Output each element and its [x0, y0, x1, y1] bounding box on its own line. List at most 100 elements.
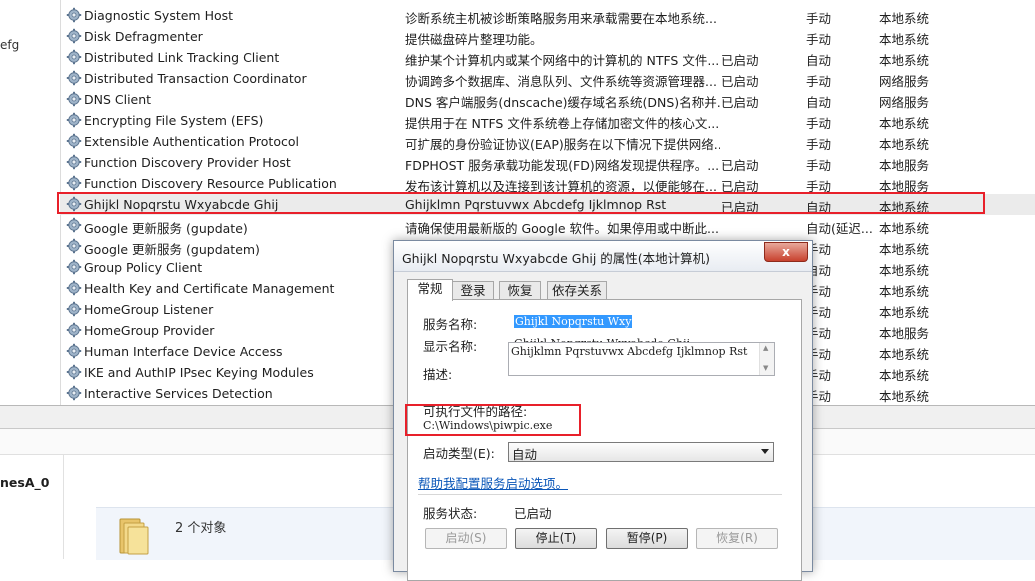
- service-name: Google 更新服务 (gupdate): [84, 221, 248, 236]
- service-logon-as: 本地系统: [879, 200, 930, 215]
- description-text: Ghijklmn Pqrstuvwx Abcdefg Ijklmnop Rst: [511, 345, 748, 358]
- gear-icon: [66, 385, 82, 401]
- gear-icon: [66, 175, 82, 191]
- service-logon-as: 网络服务: [879, 95, 930, 110]
- tab-general[interactable]: 常规: [407, 279, 453, 301]
- service-row[interactable]: Google 更新服务 (gupdate) 请确保使用最新版的 Google 软件…: [60, 215, 1035, 236]
- description-box[interactable]: Ghijklmn Pqrstuvwx Abcdefg Ijklmnop Rst …: [508, 342, 775, 376]
- service-startup-type: 手动: [806, 116, 832, 131]
- service-startup-type: 手动: [806, 242, 832, 257]
- service-row[interactable]: Extensible Authentication Protocol 可扩展的身份…: [60, 131, 1035, 152]
- close-icon: x: [782, 245, 790, 259]
- service-name: Group Policy Client: [84, 260, 203, 275]
- service-logon-as: 本地系统: [879, 137, 930, 152]
- gear-icon: [66, 28, 82, 44]
- service-row[interactable]: Encrypting File System (EFS) 提供用于在 NTFS 文…: [60, 110, 1035, 131]
- service-startup-type: 手动: [806, 179, 832, 194]
- start-button[interactable]: 启动(S): [425, 528, 507, 549]
- close-button[interactable]: x: [764, 242, 808, 262]
- service-name: Diagnostic System Host: [84, 8, 234, 23]
- startup-help-link[interactable]: 帮助我配置服务启动选项。: [418, 473, 568, 492]
- gear-icon: [66, 238, 82, 254]
- service-row[interactable]: Function Discovery Resource Publication 发…: [60, 173, 1035, 194]
- left-pane-label: nesA_0: [0, 475, 50, 490]
- service-name: Extensible Authentication Protocol: [84, 134, 299, 149]
- service-status: 已启动: [721, 95, 759, 110]
- service-logon-as: 本地系统: [879, 263, 930, 278]
- scroll-down-icon[interactable]: ▼: [763, 364, 768, 372]
- gear-icon: [66, 112, 82, 128]
- service-description: 协调跨多个数据库、消息队列、文件系统等资源管理器...: [405, 74, 717, 89]
- service-description: DNS 客户端服务(dnscache)缓存域名系统(DNS)名称并...: [405, 95, 720, 110]
- startup-type-select[interactable]: 自动: [508, 442, 774, 462]
- gear-icon: [66, 364, 82, 380]
- service-status: 已启动: [721, 179, 759, 194]
- service-startup-type: 自动: [806, 95, 832, 110]
- service-logon-as: 本地系统: [879, 53, 930, 68]
- service-row[interactable]: Function Discovery Provider Host FDPHOST …: [60, 152, 1035, 173]
- gear-icon: [66, 322, 82, 338]
- gear-icon: [66, 7, 82, 23]
- service-startup-type: 手动: [806, 326, 832, 341]
- service-row[interactable]: Distributed Link Tracking Client 维护某个计算机内…: [60, 47, 1035, 68]
- service-startup-type: 自动: [806, 53, 832, 68]
- object-count: 2 个对象: [175, 521, 227, 536]
- display-name-label: 显示名称:: [423, 339, 478, 354]
- left-pane-text: efg: [0, 38, 20, 52]
- service-startup-type: 手动: [806, 137, 832, 152]
- service-startup-type: 手动: [806, 389, 832, 404]
- service-startup-type: 手动: [806, 284, 832, 299]
- gear-icon: [66, 49, 82, 65]
- service-row[interactable]: Diagnostic System Host 诊断系统主机被诊断策略服务用来承载需…: [60, 5, 1035, 26]
- service-status: 已启动: [721, 53, 759, 68]
- gear-icon: [66, 133, 82, 149]
- service-status-label: 服务状态:: [423, 506, 478, 521]
- service-name-label: 服务名称:: [423, 317, 478, 332]
- service-row[interactable]: Ghijkl Nopqrstu Wxyabcde Ghij Ghijklmn Pq…: [60, 194, 1035, 215]
- service-description: 提供用于在 NTFS 文件系统卷上存储加密文件的核心文...: [405, 116, 720, 131]
- general-tab-panel: 服务名称: Ghijkl Nopqrstu Wxy 显示名称: Ghijkl N…: [405, 299, 802, 581]
- gear-icon: [66, 154, 82, 170]
- service-status-value: 已启动: [514, 506, 552, 521]
- service-name: Health Key and Certificate Management: [84, 281, 335, 296]
- service-startup-type: 手动: [806, 158, 832, 173]
- pause-button[interactable]: 暂停(P): [606, 528, 688, 549]
- stop-button[interactable]: 停止(T): [515, 528, 597, 549]
- tab-recovery[interactable]: 恢复: [499, 281, 541, 300]
- service-name: Ghijkl Nopqrstu Wxyabcde Ghij: [84, 197, 279, 212]
- service-name-value[interactable]: Ghijkl Nopqrstu Wxy: [514, 315, 633, 328]
- gear-icon: [66, 196, 82, 212]
- service-logon-as: 本地系统: [879, 221, 930, 236]
- service-name: IKE and AuthIP IPsec Keying Modules: [84, 365, 314, 380]
- service-name: Distributed Transaction Coordinator: [84, 71, 307, 86]
- service-logon-as: 本地系统: [879, 389, 930, 404]
- tab-logon[interactable]: 登录: [452, 281, 494, 300]
- service-row[interactable]: Disk Defragmenter 提供磁盘碎片整理功能。 手动 本地系统: [60, 26, 1035, 47]
- service-row[interactable]: Distributed Transaction Coordinator 协调跨多个…: [60, 68, 1035, 89]
- service-status: 已启动: [721, 158, 759, 173]
- service-logon-as: 本地系统: [879, 242, 930, 257]
- tab-dependencies[interactable]: 依存关系: [547, 281, 607, 300]
- service-startup-type: 手动: [806, 305, 832, 320]
- service-startup-type: 自动: [806, 200, 832, 215]
- startup-type-value: 自动: [512, 447, 538, 462]
- service-logon-as: 本地系统: [879, 32, 930, 47]
- service-description: 提供磁盘碎片整理功能。: [405, 32, 543, 47]
- service-startup-type: 手动: [806, 368, 832, 383]
- dialog-titlebar[interactable]: Ghijkl Nopqrstu Wxyabcde Ghij 的属性(本地计算机)…: [394, 241, 812, 272]
- resume-button[interactable]: 恢复(R): [696, 528, 778, 549]
- service-logon-as: 本地服务: [879, 158, 930, 173]
- service-name: HomeGroup Listener: [84, 302, 214, 317]
- chevron-down-icon: [761, 449, 769, 454]
- scroll-up-icon[interactable]: ▲: [763, 344, 768, 352]
- service-description: FDPHOST 服务承载功能发现(FD)网络发现提供程序。...: [405, 158, 720, 173]
- service-logon-as: 本地系统: [879, 347, 930, 362]
- service-description: Ghijklmn Pqrstuvwx Abcdefg Ijklmnop Rst: [405, 197, 667, 212]
- service-startup-type: 自动(延迟...: [806, 221, 873, 236]
- service-name: DNS Client: [84, 92, 152, 107]
- gear-icon: [66, 343, 82, 359]
- service-name: Disk Defragmenter: [84, 29, 203, 44]
- description-scrollbar[interactable]: ▲ ▼: [759, 343, 774, 375]
- service-row[interactable]: DNS Client DNS 客户端服务(dnscache)缓存域名系统(DNS)…: [60, 89, 1035, 110]
- service-properties-dialog: Ghijkl Nopqrstu Wxyabcde Ghij 的属性(本地计算机)…: [393, 240, 813, 581]
